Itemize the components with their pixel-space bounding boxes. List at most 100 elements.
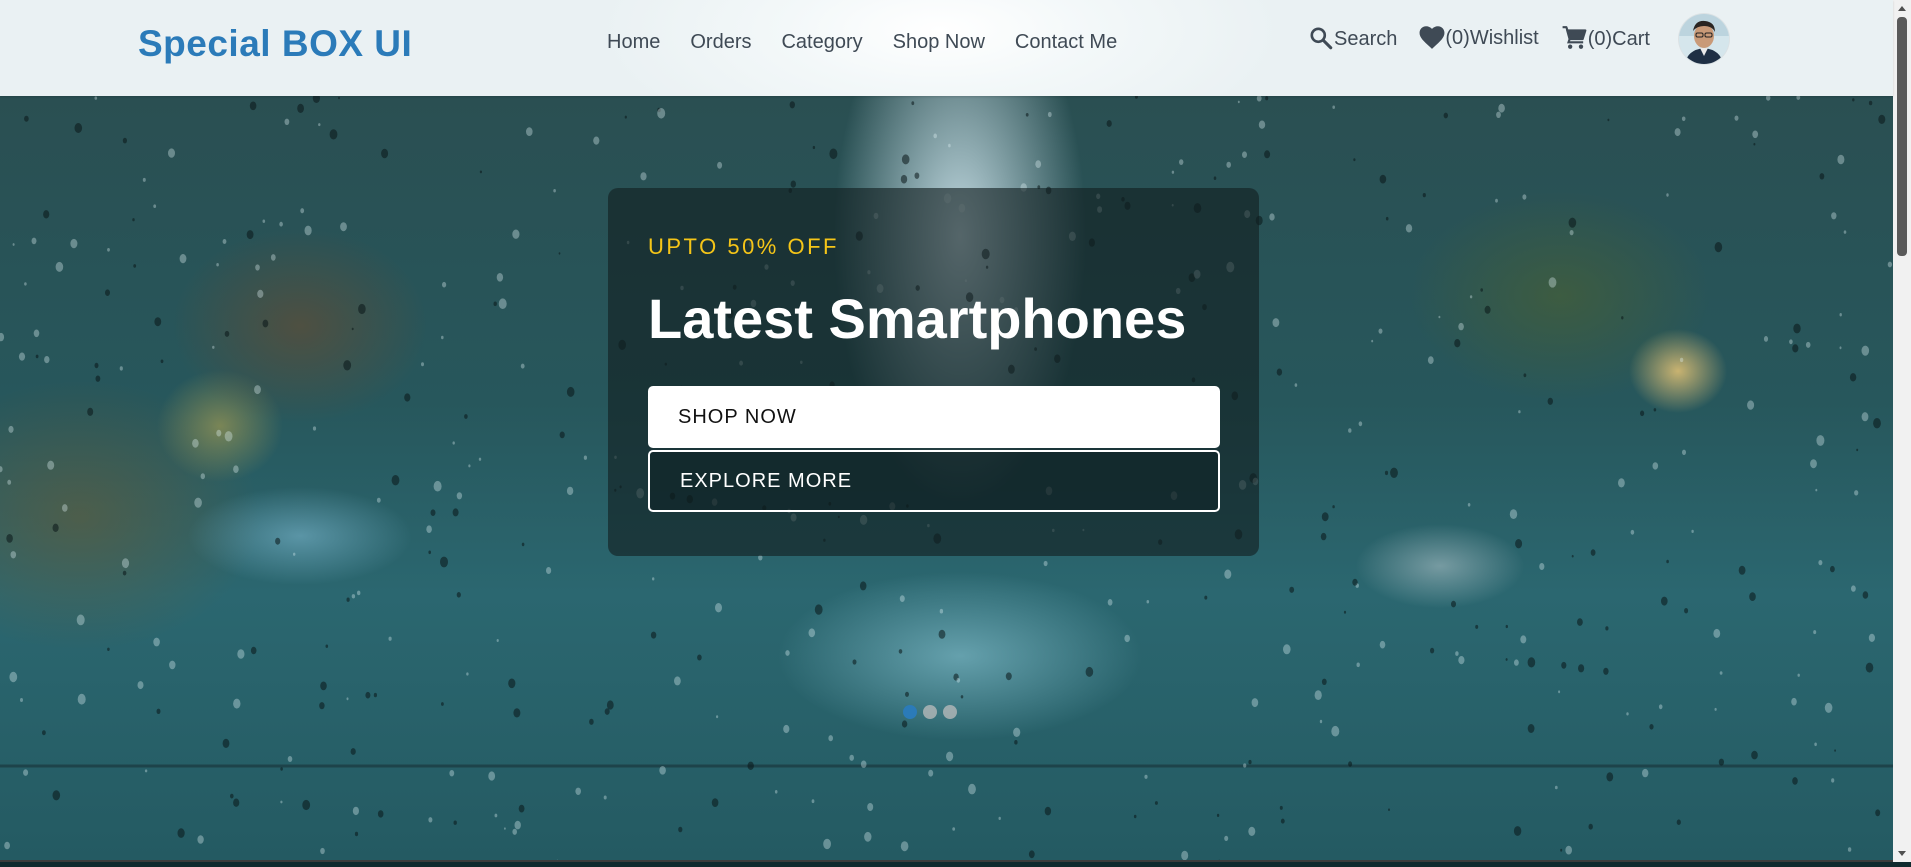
rain-drop — [1388, 808, 1390, 811]
nav-category[interactable]: Category — [781, 31, 862, 54]
rain-drop — [1539, 563, 1545, 570]
rain-drop — [453, 820, 457, 825]
rain-drop — [270, 254, 276, 261]
rain-drop — [1379, 640, 1386, 649]
wishlist-button[interactable]: (0) Wishlist — [1419, 26, 1539, 50]
nav-contact-me[interactable]: Contact Me — [1015, 31, 1117, 54]
rain-drop — [233, 798, 240, 807]
rain-drop — [1792, 344, 1799, 353]
rain-drop — [785, 650, 790, 656]
rain-drop — [1818, 560, 1823, 566]
rain-drop — [1458, 656, 1465, 665]
rain-drop — [156, 708, 161, 714]
rain-drop — [250, 646, 257, 655]
rain-drop — [1747, 400, 1755, 410]
rain-drop — [426, 525, 432, 533]
rain-drop — [1314, 690, 1322, 700]
scrollbar-thumb[interactable] — [1897, 17, 1907, 256]
nav-shop-now[interactable]: Shop Now — [893, 31, 985, 54]
rain-drop — [1674, 128, 1681, 137]
rain-drop — [160, 359, 164, 364]
rain-drop — [1847, 847, 1852, 852]
rain-drop — [1106, 120, 1112, 127]
rain-drop — [1630, 529, 1635, 535]
rain-drop — [1831, 212, 1837, 220]
shop-now-button[interactable]: SHOP NOW — [648, 386, 1220, 448]
rain-drop — [1264, 150, 1271, 159]
rain-drop — [168, 148, 175, 158]
rain-drop — [998, 816, 1001, 821]
rain-drop — [452, 508, 459, 517]
rain-drop — [1618, 478, 1625, 488]
rain-drop — [352, 806, 359, 816]
rain-drop — [452, 441, 455, 445]
carousel-dot[interactable] — [923, 705, 937, 719]
rain-drop — [1144, 774, 1148, 779]
rain-drop — [365, 691, 371, 699]
rain-drop — [1676, 819, 1681, 825]
rain-drop — [1753, 142, 1756, 146]
carousel-dot[interactable] — [943, 705, 957, 719]
rain-drop — [76, 614, 85, 626]
rain-drop — [192, 438, 199, 448]
nav-home[interactable]: Home — [607, 31, 660, 54]
rain-drop — [1422, 193, 1426, 198]
rain-drop — [1451, 600, 1456, 608]
rain-drop — [23, 769, 29, 776]
rain-drop — [1789, 339, 1793, 345]
rain-drop — [1171, 170, 1175, 174]
scroll-up-arrow-icon[interactable] — [1893, 0, 1911, 17]
rain-drop — [377, 810, 384, 818]
rain-drop — [87, 407, 94, 416]
rain-drop — [237, 649, 245, 659]
cart-button[interactable]: (0) Cart — [1561, 25, 1650, 51]
rain-drop — [1714, 707, 1717, 711]
rain-drop — [280, 767, 283, 771]
rain-drop — [320, 681, 327, 691]
rain-drop — [224, 330, 230, 337]
rain-drop — [1405, 224, 1413, 233]
search-button[interactable]: Search — [1308, 25, 1397, 51]
rain-drop — [1107, 599, 1113, 606]
rain-drop — [456, 592, 461, 598]
rain-drop — [829, 148, 838, 160]
page-scrollbar[interactable] — [1893, 0, 1911, 862]
rain-drop — [297, 103, 304, 113]
explore-more-button[interactable]: EXPLORE MORE — [648, 450, 1220, 512]
rain-drop — [711, 798, 719, 807]
rain-drop — [1443, 112, 1449, 119]
rain-drop — [518, 804, 525, 813]
rain-drop — [1321, 512, 1329, 522]
rain-drop — [357, 590, 361, 596]
rain-drop — [144, 769, 148, 773]
rain-drop — [1682, 449, 1686, 455]
rain-drop — [1796, 96, 1801, 100]
scroll-down-arrow-icon[interactable] — [1893, 845, 1911, 862]
user-avatar[interactable] — [1679, 14, 1729, 64]
rain-drop — [624, 115, 627, 119]
rain-drop — [1763, 336, 1769, 342]
rain-drop — [107, 647, 110, 651]
rain-drop — [1626, 712, 1629, 716]
rain-drop — [526, 127, 533, 136]
rain-drop — [1824, 702, 1833, 713]
rain-drop — [498, 298, 507, 309]
rain-drop — [1849, 373, 1857, 382]
rain-drop — [1319, 719, 1323, 724]
rain-drop — [1605, 626, 1609, 631]
rain-drop — [329, 129, 338, 140]
rain-drop — [493, 301, 497, 307]
carousel-dot[interactable] — [903, 705, 917, 719]
brand-logo[interactable]: Special BOX UI — [138, 23, 412, 65]
rain-drop — [351, 594, 356, 599]
rain-drop — [1547, 397, 1554, 405]
rain-drop — [640, 172, 647, 181]
rain-drop — [1666, 559, 1669, 564]
rain-drop — [346, 697, 349, 701]
rain-drop — [603, 795, 607, 800]
rain-drop — [1793, 323, 1801, 334]
rain-drop — [1047, 111, 1052, 118]
nav-orders[interactable]: Orders — [690, 31, 751, 54]
rain-drop — [287, 756, 293, 762]
rain-drop — [1498, 103, 1505, 113]
